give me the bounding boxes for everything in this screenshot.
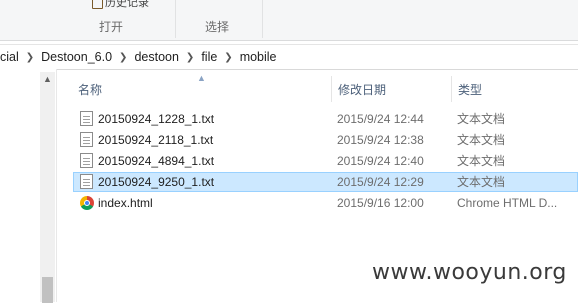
text-file-icon [80,132,93,147]
file-type: 文本文档 [457,154,506,168]
file-row[interactable]: 20150924_1228_1.txt 2015/9/24 12:44 文本文档 [73,109,578,129]
file-row-selected[interactable]: 20150924_9250_1.txt 2015/9/24 12:29 文本文档 [73,172,578,192]
scrollbar-thumb[interactable] [42,277,53,303]
text-file-icon [80,153,93,168]
ribbon-group-divider [262,0,263,38]
breadcrumb-item[interactable]: file [196,50,222,64]
file-type: 文本文档 [457,175,506,189]
column-divider[interactable] [331,76,332,102]
scroll-up-arrow-icon[interactable]: ▲ [40,72,55,86]
chevron-right-icon[interactable]: ❯ [117,52,129,63]
sort-ascending-icon: ▲ [197,73,206,83]
file-row[interactable]: 20150924_4894_1.txt 2015/9/24 12:40 文本文档 [73,151,578,171]
file-type: 文本文档 [457,112,506,126]
file-date: 2015/9/24 12:44 [337,112,424,126]
file-row[interactable]: 20150924_2118_1.txt 2015/9/24 12:38 文本文档 [73,130,578,150]
file-name: index.html [98,196,153,210]
file-date: 2015/9/24 12:29 [337,175,424,189]
ribbon-group-select-label: 选择 [205,20,230,34]
chevron-right-icon[interactable]: ❯ [184,52,196,63]
ribbon-group-divider [175,0,176,38]
file-name: 20150924_2118_1.txt [98,133,214,147]
file-type: 文本文档 [457,133,506,147]
file-name: 20150924_9250_1.txt [98,175,215,189]
file-name: 20150924_1228_1.txt [98,112,215,126]
history-icon [92,0,103,9]
file-name: 20150924_4894_1.txt [98,154,215,168]
breadcrumb-item[interactable]: cial [0,50,24,64]
breadcrumb-item[interactable]: Destoon_6.0 [36,50,117,64]
text-file-icon [80,111,93,126]
file-type: Chrome HTML D... [457,196,558,210]
ribbon-group-open-label: 打开 [99,20,124,34]
file-row[interactable]: index.html 2015/9/16 12:00 Chrome HTML D… [73,193,578,213]
breadcrumb-item[interactable]: mobile [235,50,282,64]
file-date: 2015/9/16 12:00 [337,196,424,210]
chevron-right-icon[interactable]: ❯ [24,52,36,63]
address-bar[interactable]: cial ❯ Destoon_6.0 ❯ destoon ❯ file ❯ mo… [0,44,578,70]
chrome-icon [80,196,94,210]
watermark: www.wooyun.org [372,260,567,285]
text-file-icon [80,174,93,189]
column-divider[interactable] [451,76,452,102]
history-button-label: 历史记录 [105,0,149,9]
nav-scrollbar[interactable]: ▲ [40,72,55,303]
column-header-name[interactable]: 名称 [78,78,102,102]
ribbon: 历史记录 打开 选择 [0,0,578,41]
history-button[interactable]: 历史记录 [92,0,149,10]
chevron-right-icon[interactable]: ❯ [222,52,234,63]
column-header-type[interactable]: 类型 [458,78,482,102]
column-header-date-modified[interactable]: 修改日期 [338,78,386,102]
file-date: 2015/9/24 12:38 [337,133,424,147]
breadcrumb-item[interactable]: destoon [129,50,183,64]
file-date: 2015/9/24 12:40 [337,154,424,168]
